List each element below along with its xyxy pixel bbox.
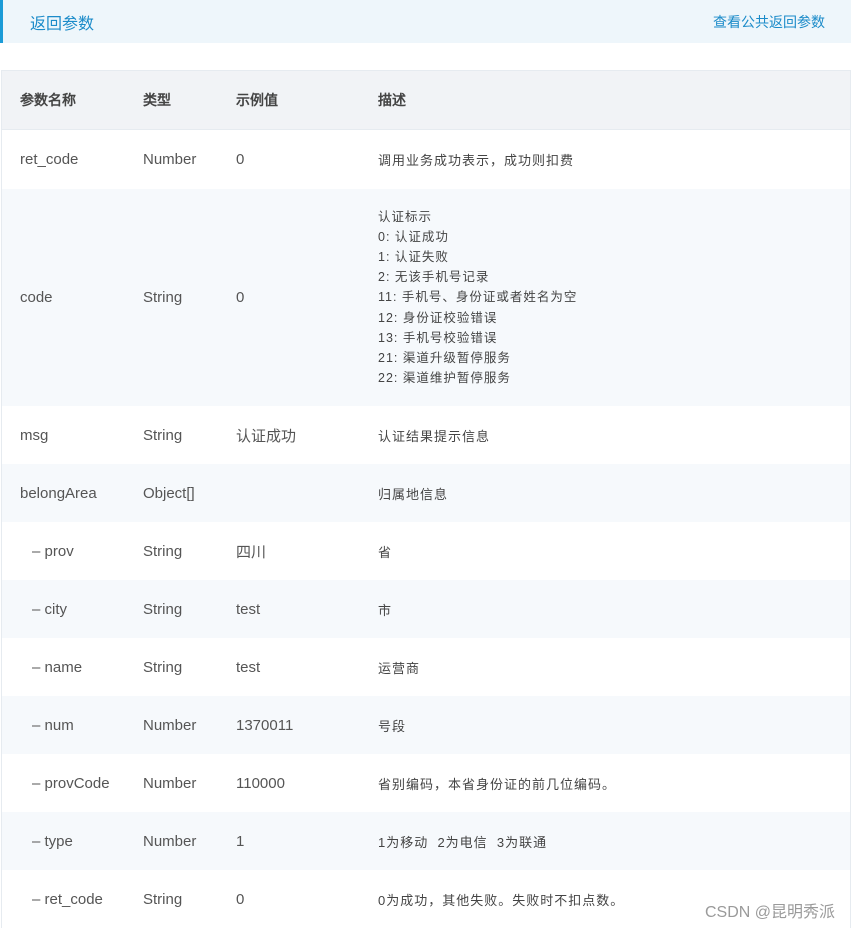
param-name: code <box>20 289 53 306</box>
param-example: 1 <box>236 832 245 850</box>
param-type: String <box>143 542 183 560</box>
return-params-header: 返回参数 查看公共返回参数 <box>0 0 851 43</box>
param-example: 四川 <box>236 543 267 561</box>
param-description: 市 <box>378 602 393 618</box>
param-type: String <box>143 658 183 676</box>
column-header-type: 类型 <box>143 92 171 108</box>
description-line: 13: 手机号校验错误 <box>378 330 498 345</box>
param-type: String <box>143 600 183 618</box>
table-header: 参数名称 类型 示例值 描述 <box>2 71 850 130</box>
param-name: belongArea <box>20 484 97 502</box>
param-description: 1为移动 2为电信 3为联通 <box>378 834 548 850</box>
param-type: String <box>143 890 183 908</box>
param-name: – ret_code <box>32 890 103 908</box>
table-row: – city String test 市 <box>2 580 850 638</box>
column-header-example: 示例值 <box>236 92 278 108</box>
section-title: 返回参数 <box>30 15 95 33</box>
param-name: – num <box>32 716 74 734</box>
param-example: test <box>236 600 261 618</box>
description-line: 11: 手机号、身份证或者姓名为空 <box>378 290 578 305</box>
table-row: belongArea Object[] 归属地信息 <box>2 464 850 522</box>
description-line: 12: 身份证校验错误 <box>378 310 498 325</box>
param-name: ret_code <box>20 151 79 168</box>
table-row: – provCode Number 110000 省别编码，本省身份证的前几位编… <box>2 754 850 812</box>
table-row: – prov String 四川 省 <box>2 522 850 580</box>
param-example: 0 <box>236 289 245 306</box>
description-line: 22: 渠道维护暂停服务 <box>378 371 511 386</box>
description-line: 21: 渠道升级暂停服务 <box>378 351 511 365</box>
param-type: Number <box>143 832 197 850</box>
param-type: Number <box>143 151 197 168</box>
table-row: code String 0 认证标示 0: 认证成功 1: 认证失败 2: 无该… <box>2 189 850 406</box>
param-type: Number <box>143 774 197 792</box>
param-name: – prov <box>32 542 74 560</box>
table-row: – type Number 1 1为移动 2为电信 3为联通 <box>2 812 850 870</box>
param-description: 省 <box>378 544 393 560</box>
param-example: test <box>236 658 261 676</box>
column-header-description: 描述 <box>378 92 406 108</box>
table-row: – num Number 1370011 号段 <box>2 696 850 754</box>
table-row: msg String 认证成功 认证结果提示信息 <box>2 406 850 464</box>
return-params-table: 参数名称 类型 示例值 描述 ret_code Number 0 调用业务成功表… <box>1 70 851 928</box>
column-header-name: 参数名称 <box>20 92 76 108</box>
param-type: String <box>143 426 183 444</box>
table-row: – name String test 运营商 <box>2 638 850 696</box>
watermark: CSDN @昆明秀派 <box>704 904 835 921</box>
param-type: Number <box>143 716 197 734</box>
param-description: 认证结果提示信息 <box>378 428 491 444</box>
param-description: 归属地信息 <box>378 486 449 502</box>
param-name: – provCode <box>32 774 110 792</box>
param-example: 0 <box>236 890 245 908</box>
param-example: 1370011 <box>236 716 294 734</box>
description-line: 0: 认证成功 <box>378 229 449 244</box>
description-line: 1: 认证失败 <box>378 249 449 264</box>
param-example: 110000 <box>236 774 285 792</box>
param-example: 认证成功 <box>236 427 297 445</box>
param-type: String <box>143 289 183 306</box>
param-description: 号段 <box>378 718 407 734</box>
param-name: – city <box>32 600 68 618</box>
table-row: ret_code Number 0 调用业务成功表示，成功则扣费 <box>2 130 850 189</box>
param-name: msg <box>20 426 49 444</box>
param-description: 省别编码，本省身份证的前几位编码。 <box>378 776 617 792</box>
param-description: 运营商 <box>378 660 421 676</box>
param-name: – type <box>32 832 73 850</box>
description-line: 2: 无该手机号记录 <box>378 270 490 285</box>
view-public-return-params-link[interactable]: 查看公共返回参数 <box>713 12 825 32</box>
param-name: – name <box>32 658 83 676</box>
param-description: 认证标示 0: 认证成功 1: 认证失败 2: 无该手机号记录 11: 手机号、… <box>378 207 850 389</box>
param-type: Object[] <box>143 484 195 502</box>
param-example: 0 <box>236 151 245 168</box>
description-line: 认证标示 <box>378 209 433 224</box>
param-description: 调用业务成功表示，成功则扣费 <box>378 153 575 168</box>
